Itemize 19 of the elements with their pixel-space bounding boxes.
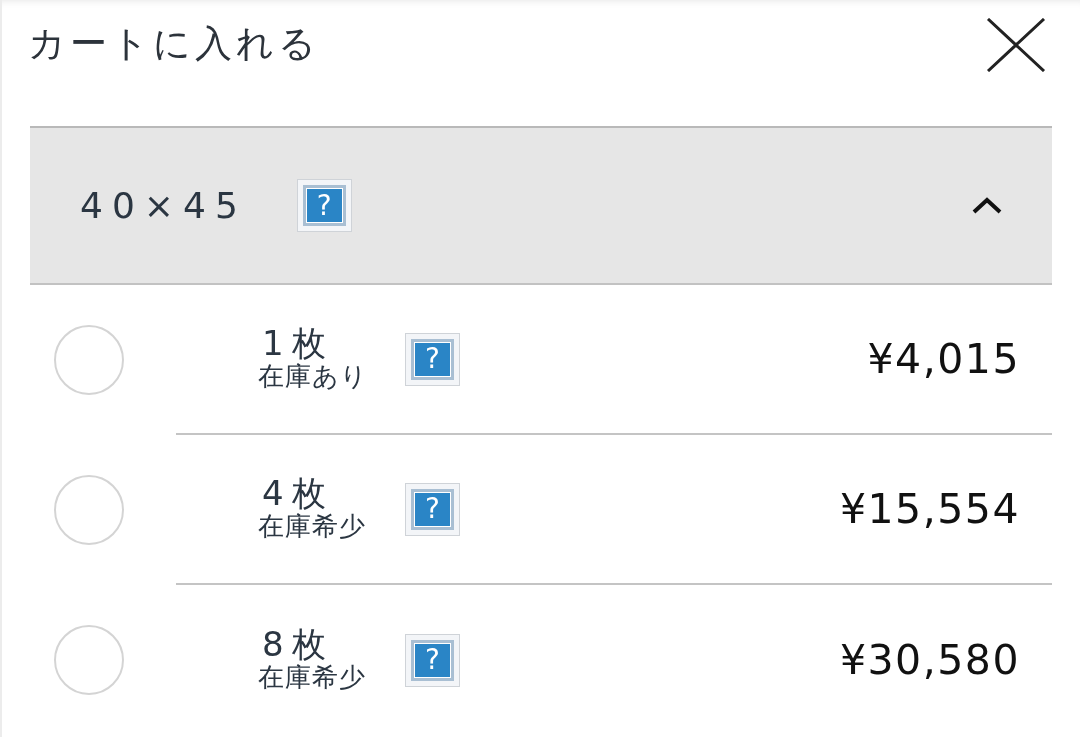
stock-status: 在庫希少 (258, 511, 366, 543)
help-button[interactable]: ? (405, 633, 460, 687)
quantity-label: 8枚 (262, 626, 334, 663)
help-button[interactable]: ? (405, 482, 460, 536)
help-button[interactable]: ? (405, 332, 460, 386)
size-label: 40×45 (80, 185, 247, 226)
stock-status: 在庫あり (258, 361, 368, 393)
help-button[interactable]: ? (296, 179, 352, 232)
price-label: ¥15,554 (839, 485, 1020, 533)
close-icon (986, 18, 1046, 72)
dialog-title: カートに入れる (28, 22, 320, 67)
size-group-header[interactable]: 40×45 ? (30, 128, 1052, 285)
quantity-label: 1枚 (262, 325, 334, 362)
stock-status: 在庫希少 (258, 662, 366, 694)
price-label: ¥4,015 (867, 335, 1020, 383)
price-label: ¥30,580 (839, 636, 1020, 684)
close-button[interactable] (986, 18, 1046, 72)
caret-up-icon[interactable] (972, 197, 1002, 214)
quantity-label: 4枚 (262, 475, 334, 512)
